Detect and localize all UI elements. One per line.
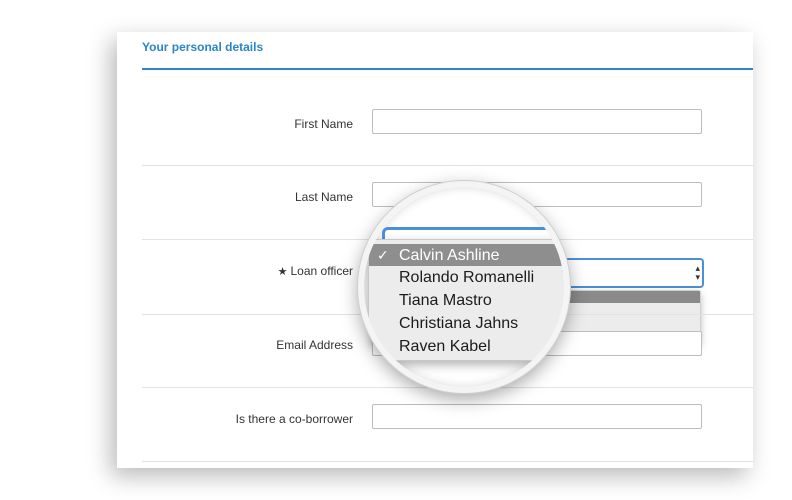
section-title-divider [142, 68, 753, 70]
option-christiana-jahns[interactable]: Christiana Jahns [399, 313, 518, 335]
loan-officer-options-menu: ✓ Calvin Ashline Rolando Romanelli Tiana … [368, 239, 564, 361]
option-label: Calvin Ashline [399, 247, 500, 264]
select-arrows-icon: ▴ ▾ [695, 263, 700, 282]
magnifier-lens: ✓ Calvin Ashline Rolando Romanelli Tiana … [358, 181, 570, 393]
row-divider [142, 461, 753, 462]
loan-officer-label-text: Loan officer [290, 264, 354, 278]
option-rolando-romanelli[interactable]: Rolando Romanelli [399, 267, 534, 289]
co-borrower-label: Is there a co-borrower [235, 412, 353, 426]
loan-officer-label: ★ Loan officer [278, 264, 353, 278]
section-title: Your personal details [142, 40, 264, 54]
row-divider [142, 165, 753, 166]
first-name-label: First Name [294, 117, 353, 131]
option-raven-kabel[interactable]: Raven Kabel [399, 336, 491, 358]
email-address-label: Email Address [276, 338, 353, 352]
co-borrower-input[interactable] [372, 404, 702, 429]
last-name-label: Last Name [294, 190, 353, 204]
option-tiana-mastro[interactable]: Tiana Mastro [399, 290, 492, 312]
option-calvin-ashline[interactable]: ✓ Calvin Ashline [369, 244, 564, 266]
star-icon: ★ [277, 266, 288, 278]
first-name-input[interactable] [372, 109, 702, 134]
checkmark-icon: ✓ [377, 247, 389, 263]
